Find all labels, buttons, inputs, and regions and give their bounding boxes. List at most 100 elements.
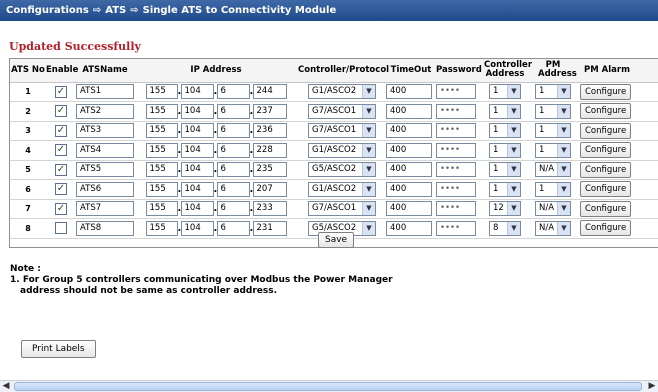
chevron-down-icon[interactable]: ▼	[507, 104, 520, 118]
chevron-down-icon[interactable]: ▼	[507, 182, 520, 196]
ats-name-input[interactable]: ATS7	[76, 201, 134, 217]
ats-name-input[interactable]: ATS2	[76, 103, 134, 119]
chevron-down-icon[interactable]: ▼	[557, 202, 570, 216]
chevron-down-icon[interactable]: ▼	[507, 143, 520, 157]
pm-address-select[interactable]: N/A ▼	[535, 201, 571, 217]
ip-octet-3-input[interactable]: 6	[216, 103, 250, 119]
enable-checkbox[interactable]: ✓	[55, 124, 67, 137]
ip-octet-1-input[interactable]: 155	[145, 142, 178, 158]
timeout-input[interactable]: 400	[386, 84, 432, 100]
password-input[interactable]: ••••	[436, 201, 476, 217]
password-input[interactable]: ••••	[436, 162, 476, 178]
ip-octet-4-input[interactable]: 235	[252, 162, 287, 178]
pm-address-select[interactable]: N/A ▼	[535, 162, 571, 178]
timeout-input[interactable]: 400	[386, 103, 432, 119]
print-labels-button[interactable]: Print Labels	[21, 340, 96, 358]
ip-octet-1-input[interactable]: 155	[145, 181, 178, 197]
ip-octet-4-input[interactable]: 228	[252, 142, 287, 158]
scrollbar-thumb[interactable]	[14, 382, 642, 391]
save-button[interactable]: Save	[318, 232, 355, 248]
password-input[interactable]: ••••	[436, 181, 476, 197]
chevron-down-icon[interactable]: ▼	[362, 85, 375, 99]
ip-octet-4-input[interactable]: 237	[252, 103, 287, 119]
ip-octet-3-input[interactable]: 6	[216, 84, 250, 100]
ip-octet-1-input[interactable]: 155	[145, 123, 178, 139]
ip-octet-2-input[interactable]: 104	[180, 201, 214, 217]
ip-octet-2-input[interactable]: 104	[180, 181, 214, 197]
enable-checkbox[interactable]	[55, 222, 67, 235]
password-input[interactable]: ••••	[436, 123, 476, 139]
password-input[interactable]: ••••	[436, 220, 476, 236]
chevron-down-icon[interactable]: ▼	[507, 221, 520, 235]
pm-address-select[interactable]: 1 ▼	[535, 123, 571, 139]
timeout-input[interactable]: 400	[386, 181, 432, 197]
ip-octet-3-input[interactable]: 6	[216, 201, 250, 217]
timeout-input[interactable]: 400	[386, 220, 432, 236]
ip-octet-2-input[interactable]: 104	[180, 84, 214, 100]
ip-octet-4-input[interactable]: 244	[252, 84, 287, 100]
ip-octet-4-input[interactable]: 236	[252, 123, 287, 139]
protocol-select[interactable]: G1/ASCO2 ▼	[308, 142, 376, 158]
configure-button[interactable]: Configure	[580, 181, 632, 198]
configure-button[interactable]: Configure	[580, 200, 632, 217]
pm-address-select[interactable]: N/A ▼	[535, 220, 571, 236]
controller-address-select[interactable]: 12 ▼	[489, 201, 521, 217]
chevron-down-icon[interactable]: ▼	[557, 143, 570, 157]
password-input[interactable]: ••••	[436, 142, 476, 158]
chevron-down-icon[interactable]: ▼	[507, 163, 520, 177]
pm-address-select[interactable]: 1 ▼	[535, 103, 571, 119]
ats-name-input[interactable]: ATS6	[76, 181, 134, 197]
chevron-down-icon[interactable]: ▼	[362, 104, 375, 118]
chevron-down-icon[interactable]: ▼	[557, 85, 570, 99]
ip-octet-2-input[interactable]: 104	[180, 162, 214, 178]
enable-checkbox[interactable]: ✓	[55, 144, 67, 157]
ats-name-input[interactable]: ATS5	[76, 162, 134, 178]
controller-address-select[interactable]: 1 ▼	[489, 181, 521, 197]
chevron-down-icon[interactable]: ▼	[557, 163, 570, 177]
controller-address-select[interactable]: 1 ▼	[489, 142, 521, 158]
chevron-down-icon[interactable]: ▼	[362, 182, 375, 196]
ip-octet-3-input[interactable]: 6	[216, 162, 250, 178]
ip-octet-4-input[interactable]: 207	[252, 181, 287, 197]
chevron-down-icon[interactable]: ▼	[557, 104, 570, 118]
chevron-down-icon[interactable]: ▼	[507, 85, 520, 99]
ip-octet-4-input[interactable]: 233	[252, 201, 287, 217]
controller-address-select[interactable]: 8 ▼	[489, 220, 521, 236]
timeout-input[interactable]: 400	[386, 123, 432, 139]
ip-octet-1-input[interactable]: 155	[145, 220, 178, 236]
enable-checkbox[interactable]: ✓	[55, 85, 67, 98]
timeout-input[interactable]: 400	[386, 162, 432, 178]
ats-name-input[interactable]: ATS1	[76, 84, 134, 100]
enable-checkbox[interactable]: ✓	[55, 105, 67, 118]
horizontal-scrollbar[interactable]: ◀ ▶	[0, 380, 658, 392]
ip-octet-2-input[interactable]: 104	[180, 220, 214, 236]
chevron-down-icon[interactable]: ▼	[362, 143, 375, 157]
ip-octet-4-input[interactable]: 231	[252, 220, 287, 236]
protocol-select[interactable]: G1/ASCO2 ▼	[308, 84, 376, 100]
scroll-right-icon[interactable]: ▶	[646, 381, 658, 392]
chevron-down-icon[interactable]: ▼	[362, 124, 375, 138]
chevron-down-icon[interactable]: ▼	[362, 221, 375, 235]
breadcrumb-item-ats[interactable]: ATS	[105, 5, 126, 16]
ip-octet-3-input[interactable]: 6	[216, 123, 250, 139]
controller-address-select[interactable]: 1 ▼	[489, 103, 521, 119]
chevron-down-icon[interactable]: ▼	[507, 124, 520, 138]
ip-octet-2-input[interactable]: 104	[180, 103, 214, 119]
chevron-down-icon[interactable]: ▼	[507, 202, 520, 216]
ip-octet-2-input[interactable]: 104	[180, 142, 214, 158]
controller-address-select[interactable]: 1 ▼	[489, 162, 521, 178]
enable-checkbox[interactable]: ✓	[55, 202, 67, 215]
ip-octet-1-input[interactable]: 155	[145, 162, 178, 178]
controller-address-select[interactable]: 1 ▼	[489, 84, 521, 100]
chevron-down-icon[interactable]: ▼	[557, 124, 570, 138]
protocol-select[interactable]: G7/ASCO1 ▼	[308, 201, 376, 217]
ip-octet-2-input[interactable]: 104	[180, 123, 214, 139]
ats-name-input[interactable]: ATS3	[76, 123, 134, 139]
pm-address-select[interactable]: 1 ▼	[535, 181, 571, 197]
chevron-down-icon[interactable]: ▼	[557, 221, 570, 235]
configure-button[interactable]: Configure	[580, 122, 632, 139]
configure-button[interactable]: Configure	[580, 161, 632, 178]
timeout-input[interactable]: 400	[386, 142, 432, 158]
ip-octet-1-input[interactable]: 155	[145, 103, 178, 119]
timeout-input[interactable]: 400	[386, 201, 432, 217]
